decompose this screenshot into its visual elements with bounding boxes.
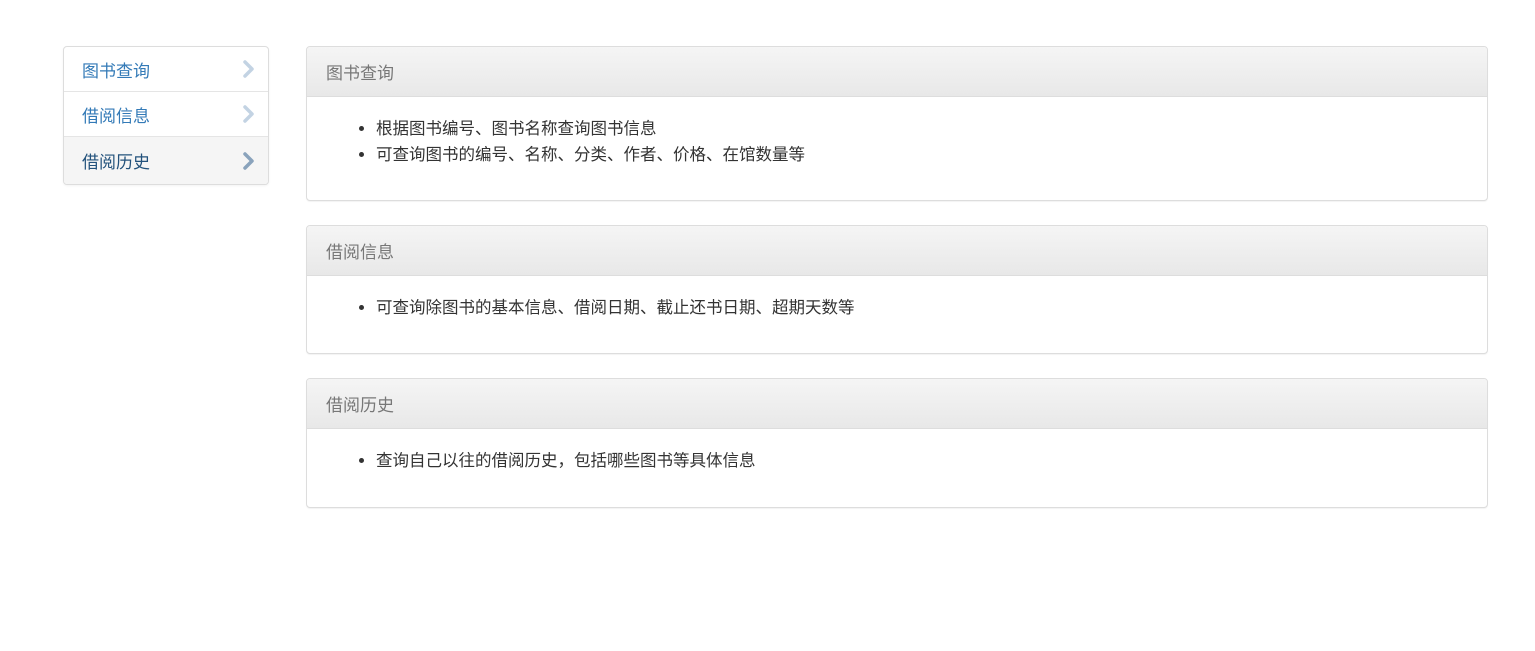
panel-borrow-info: 借阅信息 可查询除图书的基本信息、借阅日期、截止还书日期、超期天数等 xyxy=(306,225,1488,354)
panel-heading: 借阅历史 xyxy=(307,379,1487,429)
panel-title: 借阅信息 xyxy=(326,243,394,263)
page: 图书查询 借阅信息 借阅历史 图书查询 根据图书编号、图书名称查询图书信息 可查 xyxy=(0,0,1535,651)
sidebar-nav: 图书查询 借阅信息 借阅历史 xyxy=(63,46,269,185)
sidebar-item-borrow-history[interactable]: 借阅历史 xyxy=(64,137,268,184)
panel-book-search: 图书查询 根据图书编号、图书名称查询图书信息 可查询图书的编号、名称、分类、作者… xyxy=(306,46,1488,201)
list-item: 根据图书编号、图书名称查询图书信息 xyxy=(376,116,1472,142)
list-item: 可查询图书的编号、名称、分类、作者、价格、在馆数量等 xyxy=(376,142,1472,168)
chevron-right-icon xyxy=(240,151,258,170)
list-item: 可查询除图书的基本信息、借阅日期、截止还书日期、超期天数等 xyxy=(376,295,1472,321)
panel-title: 借阅历史 xyxy=(326,396,394,416)
sidebar-item-book-search[interactable]: 图书查询 xyxy=(64,47,268,92)
panel-heading: 图书查询 xyxy=(307,47,1487,97)
sidebar-item-label: 借阅历史 xyxy=(82,153,150,173)
sidebar-item-borrow-info[interactable]: 借阅信息 xyxy=(64,92,268,137)
feature-list: 查询自己以往的借阅历史，包括哪些图书等具体信息 xyxy=(322,448,1472,474)
feature-list: 根据图书编号、图书名称查询图书信息 可查询图书的编号、名称、分类、作者、价格、在… xyxy=(322,116,1472,168)
chevron-right-icon xyxy=(240,60,258,78)
panel-body: 可查询除图书的基本信息、借阅日期、截止还书日期、超期天数等 xyxy=(307,276,1487,321)
panel-heading: 借阅信息 xyxy=(307,226,1487,276)
chevron-right-icon xyxy=(240,105,258,123)
panel-body: 查询自己以往的借阅历史，包括哪些图书等具体信息 xyxy=(307,429,1487,474)
sidebar-item-label: 图书查询 xyxy=(82,61,150,82)
feature-list: 可查询除图书的基本信息、借阅日期、截止还书日期、超期天数等 xyxy=(322,295,1472,321)
sidebar-item-label: 借阅信息 xyxy=(82,106,150,127)
panel-title: 图书查询 xyxy=(326,64,394,84)
panel-borrow-history: 借阅历史 查询自己以往的借阅历史，包括哪些图书等具体信息 xyxy=(306,378,1488,508)
list-item: 查询自己以往的借阅历史，包括哪些图书等具体信息 xyxy=(376,448,1472,474)
panel-body: 根据图书编号、图书名称查询图书信息 可查询图书的编号、名称、分类、作者、价格、在… xyxy=(307,97,1487,168)
